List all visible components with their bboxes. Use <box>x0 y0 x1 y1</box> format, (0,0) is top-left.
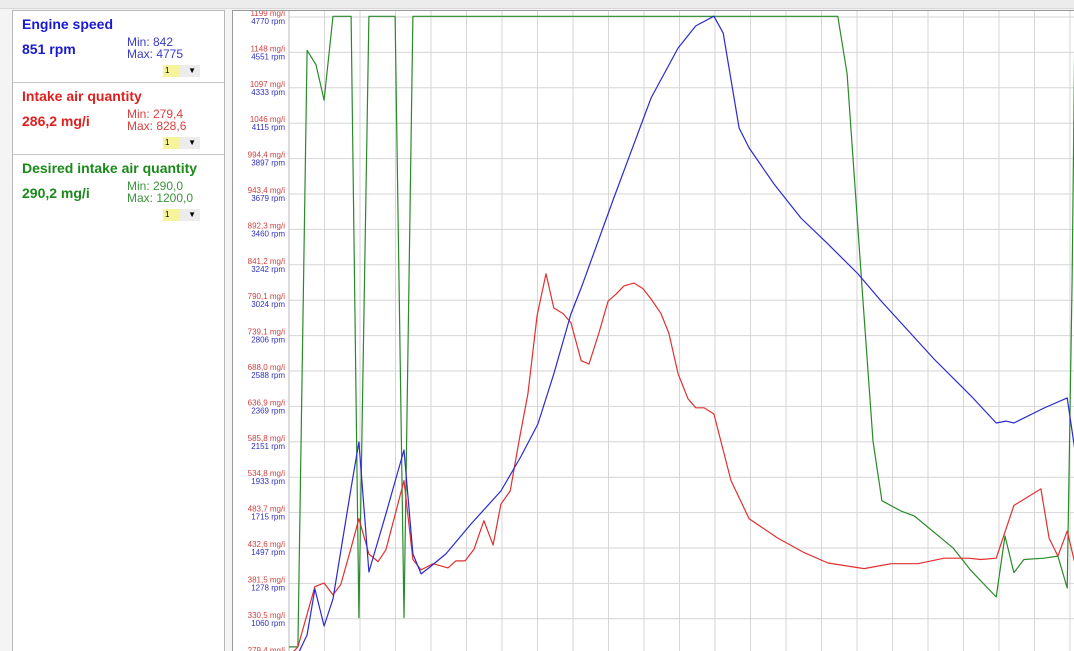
chevron-down-icon: ▼ <box>188 66 196 75</box>
y-tick-label-rpm: 1715 rpm <box>251 513 285 522</box>
scale-value: 1 <box>163 209 179 221</box>
y-tick-label-rpm: 3242 rpm <box>251 265 285 274</box>
channel-max: Max: 828,6 <box>127 119 187 133</box>
y-tick-label-rpm: 4770 rpm <box>251 17 285 26</box>
y-tick-label-rpm: 3897 rpm <box>251 159 285 168</box>
channel-title: Desired intake air quantity <box>22 160 198 176</box>
scale-select[interactable]: 1 ▼ <box>163 137 200 149</box>
y-tick-label-rpm: 1278 rpm <box>251 583 285 592</box>
channel-minmax: Min: 842 Max: 4775 <box>127 36 183 60</box>
channel-desired-intake-air-quantity[interactable]: Desired intake air quantity 290,2 mg/i M… <box>13 155 224 226</box>
scale-value: 1 <box>163 137 179 149</box>
y-tick-label-rpm: 4551 rpm <box>251 52 285 61</box>
channel-minmax: Min: 290,0 Max: 1200,0 <box>127 180 193 204</box>
y-tick-label-mg: 279,4 mg/i <box>248 646 286 651</box>
chevron-down-icon: ▼ <box>188 138 196 147</box>
channel-max: Max: 1200,0 <box>127 191 194 205</box>
channel-panel: Engine speed 851 rpm Min: 842 Max: 4775 … <box>12 10 225 651</box>
plot-background <box>289 11 1074 651</box>
y-tick-label-rpm: 4115 rpm <box>252 123 286 132</box>
y-tick-label-rpm: 2369 rpm <box>251 406 285 415</box>
y-tick-label-rpm: 1933 rpm <box>251 477 285 486</box>
channel-title: Engine speed <box>22 16 114 32</box>
chart-area[interactable]: 1199 mg/i 4770 rpm 1148 mg/i 4551 rpm 1097 m… <box>232 10 1074 651</box>
channel-minmax: Min: 279,4 Max: 828,6 <box>127 108 186 132</box>
channel-max: Max: 4775 <box>127 47 184 61</box>
chevron-down-icon: ▼ <box>188 210 196 219</box>
scale-select[interactable]: 1 ▼ <box>163 65 200 77</box>
channel-value: 851 rpm <box>22 41 76 57</box>
y-tick-label-rpm: 3460 rpm <box>251 229 285 238</box>
scale-select[interactable]: 1 ▼ <box>163 209 200 221</box>
y-tick-label-rpm: 2588 rpm <box>251 371 285 380</box>
channel-value: 286,2 mg/i <box>22 113 90 129</box>
y-tick-label-rpm: 2151 rpm <box>251 442 285 451</box>
y-tick-label-rpm: 3679 rpm <box>251 194 285 203</box>
channel-intake-air-quantity[interactable]: Intake air quantity 286,2 mg/i Min: 279,… <box>13 83 224 155</box>
line-chart: 1199 mg/i4770 rpm1148 mg/i4551 rpm1097 m… <box>248 11 1074 651</box>
channel-value: 290,2 mg/i <box>22 185 90 201</box>
channel-title: Intake air quantity <box>22 88 142 104</box>
y-tick-label-rpm: 1497 rpm <box>251 548 285 557</box>
y-tick-label-rpm: 3024 rpm <box>251 300 285 309</box>
scale-value: 1 <box>163 65 179 77</box>
top-toolbar-strip <box>0 0 1074 9</box>
y-tick-label-rpm: 4333 rpm <box>251 88 285 97</box>
channel-engine-speed[interactable]: Engine speed 851 rpm Min: 842 Max: 4775 … <box>13 11 224 83</box>
y-tick-label-rpm: 1060 rpm <box>251 619 285 628</box>
y-tick-label-rpm: 2806 rpm <box>251 336 285 345</box>
